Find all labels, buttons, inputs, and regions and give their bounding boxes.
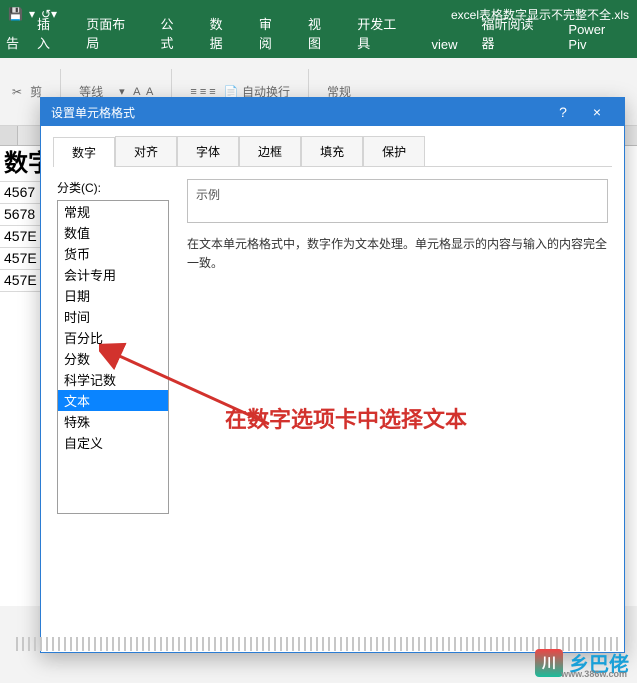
annotation-text: 在数字选项卡中选择文本 bbox=[225, 402, 467, 434]
category-scientific[interactable]: 科学记数 bbox=[58, 369, 168, 390]
close-button[interactable]: × bbox=[580, 104, 614, 120]
dialog-body: 分类(C): 常规 数值 货币 会计专用 日期 时间 百分比 分数 科学记数 文… bbox=[41, 167, 624, 526]
tab-protection[interactable]: 保护 bbox=[363, 136, 425, 166]
ribbon-tab-home[interactable]: 告 bbox=[0, 27, 25, 58]
data-cell[interactable]: 457E bbox=[0, 226, 44, 248]
category-special[interactable]: 特殊 bbox=[58, 411, 168, 432]
sheet-tab-area[interactable] bbox=[16, 637, 621, 651]
dialog-title-bar[interactable]: 设置单元格格式 ? × bbox=[41, 98, 624, 126]
category-general[interactable]: 常规 bbox=[58, 201, 168, 222]
dialog-title: 设置单元格格式 bbox=[51, 104, 135, 121]
ribbon-tab-data[interactable]: 数据 bbox=[198, 8, 247, 58]
category-custom[interactable]: 自定义 bbox=[58, 432, 168, 453]
ribbon-tab-layout[interactable]: 页面布局 bbox=[74, 8, 148, 58]
tab-fill[interactable]: 填充 bbox=[301, 136, 363, 166]
ribbon-tab-review[interactable]: 审阅 bbox=[247, 8, 296, 58]
category-currency[interactable]: 货币 bbox=[58, 243, 168, 264]
dialog-tabs: 数字 对齐 字体 边框 填充 保护 bbox=[41, 126, 624, 166]
tab-alignment[interactable]: 对齐 bbox=[115, 136, 177, 166]
ribbon-tab-formula[interactable]: 公式 bbox=[149, 8, 198, 58]
category-percentage[interactable]: 百分比 bbox=[58, 327, 168, 348]
category-date[interactable]: 日期 bbox=[58, 285, 168, 306]
align-icons[interactable]: ≡ ≡ ≡ bbox=[190, 86, 215, 98]
format-description: 在文本单元格格式中，数字作为文本处理。单元格显示的内容与输入的内容完全一致。 bbox=[187, 235, 608, 273]
format-cells-dialog: 设置单元格格式 ? × 数字 对齐 字体 边框 填充 保护 分类(C): 常规 … bbox=[40, 97, 625, 653]
tab-number[interactable]: 数字 bbox=[53, 137, 115, 167]
ribbon-tab-insert[interactable]: 插入 bbox=[25, 8, 74, 58]
ribbon-tab-foxit[interactable]: 福昕阅读器 bbox=[470, 8, 557, 58]
save-icon[interactable]: 💾 bbox=[8, 7, 23, 21]
select-all-corner[interactable] bbox=[0, 126, 18, 145]
clipboard-group: ✂ 剪 bbox=[12, 83, 42, 100]
data-cell[interactable]: 4567 bbox=[0, 182, 44, 204]
right-pane: 示例 在文本单元格格式中，数字作为文本处理。单元格显示的内容与输入的内容完全一致… bbox=[187, 179, 608, 514]
sample-label: 示例 bbox=[196, 188, 220, 202]
category-fraction[interactable]: 分数 bbox=[58, 348, 168, 369]
ribbon-tabs: 告 插入 页面布局 公式 数据 审阅 视图 开发工具 view 福昕阅读器 Po… bbox=[0, 28, 637, 58]
ribbon-tab-powerpivot[interactable]: Power Piv bbox=[556, 16, 637, 58]
category-label: 分类(C): bbox=[57, 179, 169, 196]
data-cell[interactable]: 457E bbox=[0, 248, 44, 270]
ribbon-tab-view2[interactable]: view bbox=[420, 31, 470, 58]
category-number[interactable]: 数值 bbox=[58, 222, 168, 243]
watermark-url: www.386w.com bbox=[561, 669, 627, 679]
data-cell[interactable]: 5678 bbox=[0, 204, 44, 226]
category-text[interactable]: 文本 bbox=[58, 390, 168, 411]
tab-font[interactable]: 字体 bbox=[177, 136, 239, 166]
watermark: 川 乡巴佬 www.386w.com bbox=[535, 648, 629, 677]
help-button[interactable]: ? bbox=[546, 104, 580, 120]
ribbon-tab-view[interactable]: 视图 bbox=[296, 8, 345, 58]
watermark-logo-icon: 川 bbox=[535, 649, 563, 677]
category-accounting[interactable]: 会计专用 bbox=[58, 264, 168, 285]
data-cell[interactable]: 457E bbox=[0, 270, 44, 292]
ribbon-tab-dev[interactable]: 开发工具 bbox=[345, 8, 419, 58]
sample-box: 示例 bbox=[187, 179, 608, 223]
tab-border[interactable]: 边框 bbox=[239, 136, 301, 166]
category-list[interactable]: 常规 数值 货币 会计专用 日期 时间 百分比 分数 科学记数 文本 特殊 自定… bbox=[57, 200, 169, 514]
category-time[interactable]: 时间 bbox=[58, 306, 168, 327]
header-cell[interactable]: 数字 bbox=[0, 146, 44, 182]
cut-icon[interactable]: ✂ bbox=[12, 85, 22, 99]
